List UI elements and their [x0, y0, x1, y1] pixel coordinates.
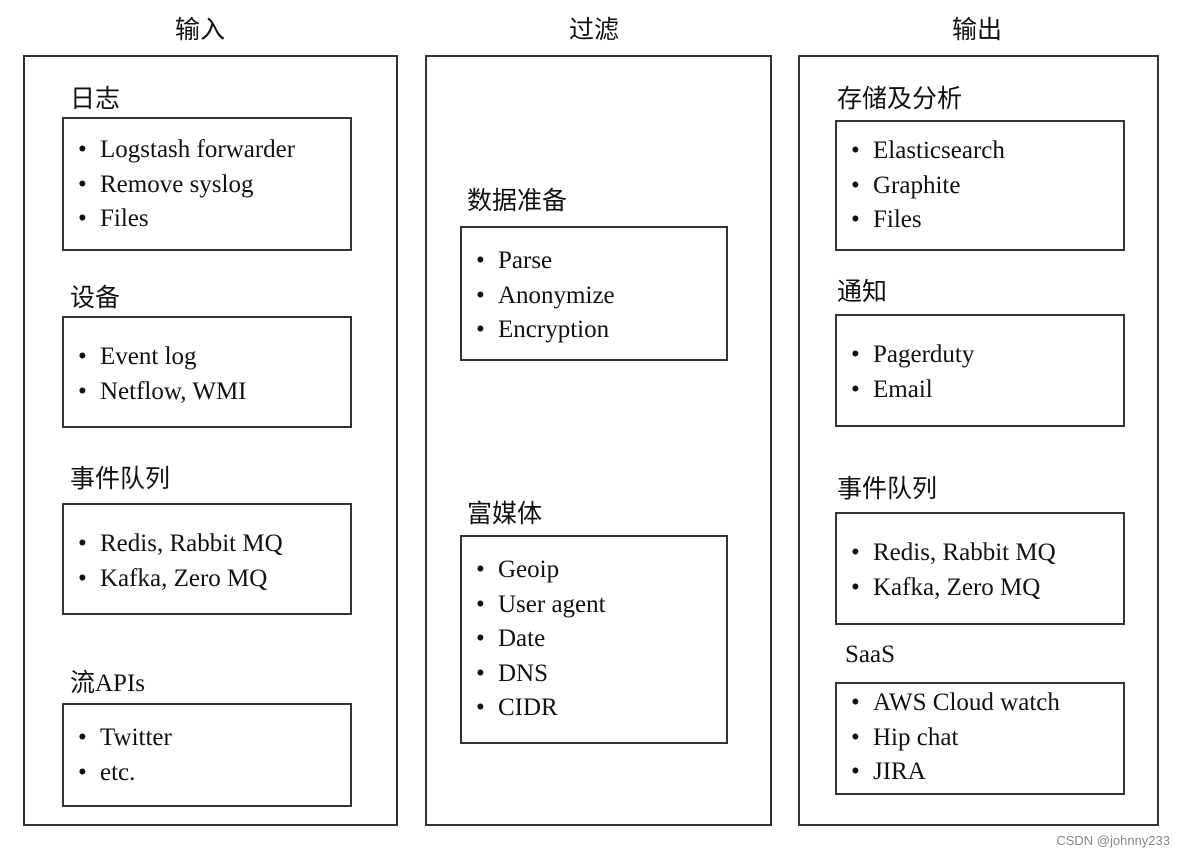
column-title-input: 输入 — [174, 17, 225, 44]
bullet-icon: • — [78, 564, 87, 592]
section-box-stream-apis: • Twitter • etc. — [62, 703, 352, 807]
section-box-storage-analysis: • Elasticsearch • Graphite • Files — [835, 120, 1125, 251]
bullet-icon: • — [78, 205, 87, 232]
list-item: • Redis, Rabbit MQ — [78, 527, 283, 562]
list-item: • Kafka, Zero MQ — [851, 571, 1056, 606]
bullet-icon: • — [851, 341, 860, 368]
section-title-stream-apis: 流APIs — [70, 670, 146, 697]
item-list: • Redis, Rabbit MQ • Kafka, Zero MQ — [851, 536, 1056, 605]
list-item: • CIDR — [476, 691, 606, 726]
section-box-rich-media: • Geoip • User agent • Date • DNS • CIDR — [460, 535, 728, 744]
bullet-icon: • — [851, 573, 860, 601]
bullet-icon: • — [851, 375, 860, 403]
item-list: • Pagerduty • Email — [851, 338, 974, 407]
list-item: • Geoip — [476, 553, 606, 588]
bullet-icon: • — [78, 758, 87, 786]
list-item: • DNS — [476, 657, 606, 692]
section-box-data-prep: • Parse • Anonymize • Encryption — [460, 226, 728, 361]
bullet-icon: • — [476, 556, 485, 583]
section-box-notification: • Pagerduty • Email — [835, 314, 1125, 427]
column-output: 存储及分析 • Elasticsearch • Graphite • Files 通知… — [798, 55, 1159, 826]
list-item: • Date — [476, 622, 606, 657]
bullet-icon: • — [78, 724, 87, 751]
bullet-icon: • — [476, 590, 485, 618]
item-list: • Parse • Anonymize • Encryption — [476, 244, 615, 348]
column-title-filter: 过滤 — [568, 17, 619, 44]
list-item: • Encryption — [476, 313, 615, 348]
list-item: • Netflow, WMI — [78, 375, 247, 410]
list-item: • Event log — [78, 340, 247, 375]
section-box-event-queue: • Redis, Rabbit MQ • Kafka, Zero MQ — [62, 503, 352, 615]
list-item: • Email — [851, 373, 974, 408]
item-list: • Twitter • etc. — [78, 721, 172, 790]
bullet-icon: • — [78, 170, 87, 198]
section-title-event-queue: 事件队列 — [70, 466, 171, 493]
bullet-icon: • — [476, 659, 485, 687]
bullet-icon: • — [78, 530, 87, 557]
watermark: CSDN @johnny233 — [1056, 833, 1170, 848]
item-list: • Logstash forwarder • Remove syslog • File… — [78, 133, 295, 237]
section-title-notification: 通知 — [837, 279, 888, 306]
bullet-icon: • — [78, 377, 87, 405]
list-item: • Files — [78, 202, 295, 237]
item-list: • Elasticsearch • Graphite • Files — [851, 134, 1005, 238]
bullet-icon: • — [476, 247, 485, 274]
list-item: • Kafka, Zero MQ — [78, 562, 283, 597]
section-title-devices: 设备 — [70, 285, 121, 312]
column-title-output: 输出 — [951, 17, 1002, 44]
list-item: • etc. — [78, 756, 172, 791]
list-item: • User agent — [476, 588, 606, 623]
bullet-icon: • — [476, 694, 485, 721]
item-list: • Geoip • User agent • Date • DNS • CIDR — [476, 553, 606, 726]
list-item: • Pagerduty — [851, 338, 974, 373]
item-list: • Event log • Netflow, WMI — [78, 340, 247, 409]
item-list: • Redis, Rabbit MQ • Kafka, Zero MQ — [78, 527, 283, 596]
section-box-devices: • Event log • Netflow, WMI — [62, 316, 352, 428]
section-title-data-prep: 数据准备 — [467, 188, 568, 215]
list-item: • Parse — [476, 244, 615, 279]
section-title-storage-analysis: 存储及分析 — [837, 86, 963, 113]
bullet-icon: • — [476, 281, 485, 309]
section-title-rich-media: 富媒体 — [467, 501, 543, 528]
bullet-icon: • — [851, 758, 860, 785]
section-title-logs: 日志 — [70, 86, 121, 113]
bullet-icon: • — [851, 723, 860, 751]
list-item: • AWS Cloud watch — [851, 686, 1060, 721]
bullet-icon: • — [851, 206, 860, 233]
section-box-logs: • Logstash forwarder • Remove syslog • File… — [62, 117, 352, 251]
column-filter: 数据准备 • Parse • Anonymize • Encryption 富媒体 •… — [425, 55, 772, 826]
list-item: • Anonymize — [476, 279, 615, 314]
bullet-icon: • — [476, 316, 485, 343]
section-title-event-queue: 事件队列 — [837, 476, 938, 503]
list-item: • Remove syslog — [78, 168, 295, 203]
bullet-icon: • — [78, 136, 87, 163]
bullet-icon: • — [851, 171, 860, 199]
list-item: • Files — [851, 203, 1005, 238]
list-item: • Graphite — [851, 169, 1005, 204]
bullet-icon: • — [476, 625, 485, 652]
bullet-icon: • — [851, 137, 860, 164]
section-box-event-queue: • Redis, Rabbit MQ • Kafka, Zero MQ — [835, 512, 1125, 625]
bullet-icon: • — [851, 689, 860, 716]
list-item: • Elasticsearch — [851, 134, 1005, 169]
column-input: 日志 • Logstash forwarder • Remove syslog • F… — [23, 55, 398, 826]
bullet-icon: • — [78, 343, 87, 370]
list-item: • Redis, Rabbit MQ — [851, 536, 1056, 571]
list-item: • Logstash forwarder — [78, 133, 295, 168]
list-item: • JIRA — [851, 755, 1060, 790]
section-title-saas: SaaS — [845, 641, 895, 668]
bullet-icon: • — [851, 539, 860, 566]
list-item: • Hip chat — [851, 721, 1060, 756]
item-list: • AWS Cloud watch • Hip chat • JIRA — [851, 686, 1060, 790]
section-box-saas: • AWS Cloud watch • Hip chat • JIRA — [835, 682, 1125, 795]
list-item: • Twitter — [78, 721, 172, 756]
